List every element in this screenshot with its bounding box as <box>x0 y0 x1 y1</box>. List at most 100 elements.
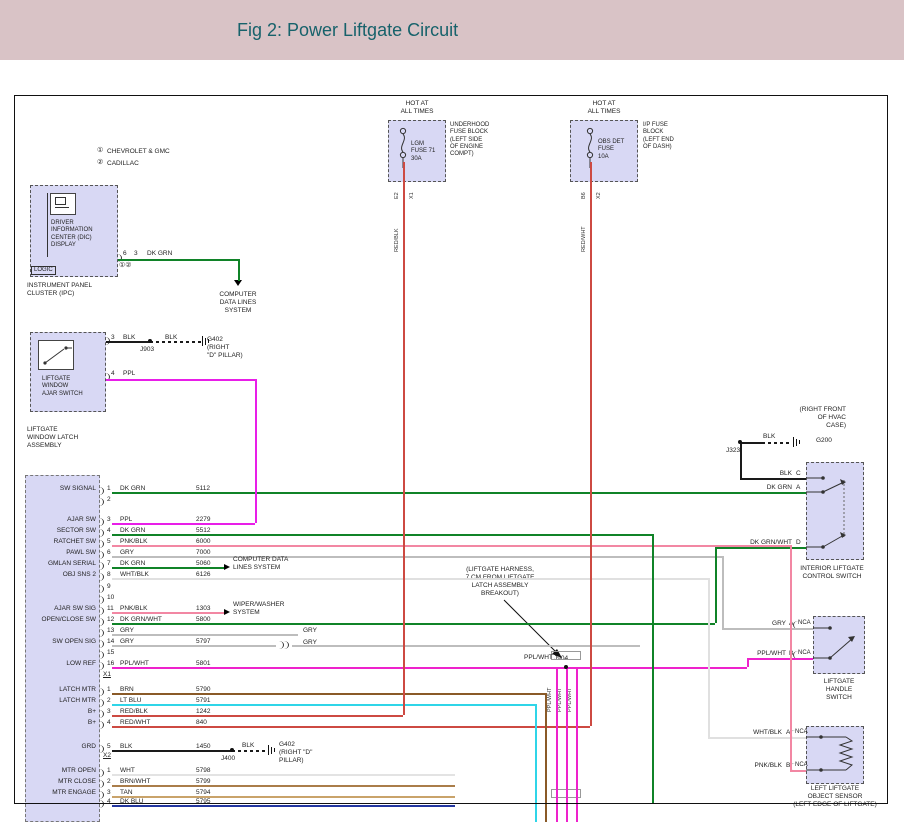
ground-icon <box>793 437 800 447</box>
pin-number: 1 <box>107 485 111 493</box>
wire-line <box>112 715 403 717</box>
pin-function-label: GRD <box>26 743 96 751</box>
pin-bracket <box>99 662 104 670</box>
interior-pin-a: A <box>796 484 800 492</box>
pin-bracket <box>99 585 104 593</box>
pin-bracket <box>99 618 104 626</box>
right-arrow-icon <box>224 609 230 615</box>
pin-number: 2 <box>107 496 111 504</box>
wire-line <box>403 162 405 715</box>
wire-line <box>112 612 224 614</box>
ajar-switch-icon <box>38 340 74 370</box>
ground-label-g402-a: G402 (RIGHT "D" PILLAR) <box>207 336 243 360</box>
wire-line <box>112 534 652 536</box>
pin-number: 15 <box>107 649 114 657</box>
wire-line <box>112 645 276 647</box>
ipc-logic-label: LOGIC <box>31 266 56 275</box>
pin-bracket <box>99 529 104 537</box>
sensor-pin-a-conn: NCA <box>795 729 808 736</box>
ajar-pin4: 4 <box>111 370 115 378</box>
ipc-pin-bracket <box>117 254 122 262</box>
pin-function-label: MTR CLOSE <box>26 778 96 786</box>
handle-switch-caption: LIFTGATE HANDLE SWITCH <box>811 678 867 702</box>
wire-line <box>747 658 813 660</box>
wire-line <box>740 442 762 444</box>
pin-function-label: B+ <box>26 708 96 716</box>
handle-pin-a-wire: GRY <box>744 620 786 628</box>
wire-line <box>762 442 792 444</box>
splice-dot <box>564 665 569 670</box>
pin-bracket <box>99 518 104 526</box>
wire-line <box>232 750 267 752</box>
pin-bracket <box>99 769 104 777</box>
wire-line <box>566 667 568 822</box>
pin-bracket <box>99 800 104 808</box>
dic-display-label: DRIVER INFORMATION CENTER (DIC) DISPLAY <box>51 220 93 249</box>
pin-function-label: SECTOR SW <box>26 527 96 535</box>
pin-function-label: SW SIGNAL <box>26 485 96 493</box>
ground-icon <box>268 745 275 755</box>
sensor-pin-b-conn: NCA <box>795 762 808 769</box>
handle-pin-b-wire: PPL/WHT <box>736 650 786 658</box>
pin-number: 6 <box>107 549 111 557</box>
wire-line <box>722 628 813 630</box>
fuse2-name: OBS DET FUSE 10A <box>598 139 624 161</box>
pin-number: 7 <box>107 560 111 568</box>
pin-function-label: OBJ SNS 2 <box>26 571 96 579</box>
pin-function-label: AJAR SW <box>26 516 96 524</box>
figure-title: Fig 2: Power Liftgate Circuit <box>237 20 458 41</box>
wire-line <box>722 556 724 628</box>
wire-line <box>112 567 224 569</box>
wire-line <box>747 658 749 667</box>
fuse2-hot-label: HOT AT ALL TIMES <box>576 100 632 116</box>
dic-display-icon-inner <box>55 197 66 205</box>
interior-pin-a-wire: DK GRN <box>740 484 792 492</box>
object-sensor-caption: LEFT LIFTGATE OBJECT SENSOR (LEFT EDGE O… <box>772 785 898 809</box>
legend-symbol-1: ① <box>97 147 103 156</box>
ipc-pin-b: 3 <box>134 250 138 258</box>
pin-number: 8 <box>107 571 111 579</box>
pin-function-label: MTR ENGAGE <box>26 789 96 797</box>
object-sensor-icon <box>806 726 864 784</box>
wire-line <box>112 578 708 580</box>
wire-line <box>112 523 255 525</box>
fuse1-name: LGM FUSE 71 30A <box>411 141 435 163</box>
handle-pin-a-conn: NCA <box>798 620 811 627</box>
splice-dot <box>148 339 153 344</box>
pin-number: 1 <box>107 686 111 694</box>
wire-line <box>790 545 792 770</box>
pin-number: 9 <box>107 583 111 591</box>
wire-line <box>740 478 806 480</box>
wire-note-label: PPL/WHT <box>524 654 553 662</box>
wire-line <box>112 796 455 798</box>
wire-line <box>576 667 578 822</box>
fuse2-conn: X2 <box>596 192 602 199</box>
wire-line <box>150 341 201 343</box>
interior-switch-caption: INTERIOR LIFTGATE CONTROL SWITCH <box>790 565 874 581</box>
interior-pin-c-wire: BLK <box>740 470 792 478</box>
figure-header: Fig 2: Power Liftgate Circuit <box>0 0 904 60</box>
wire-label-red-wht: RED/WHT <box>581 226 587 252</box>
ipc-caption: INSTRUMENT PANEL CLUSTER (IPC) <box>27 282 92 298</box>
pin-function-label: LATCH MTR <box>26 697 96 705</box>
pin-number: 4 <box>107 719 111 727</box>
fuse2-pin: B6 <box>581 192 587 199</box>
pin-function-label: OPEN/CLOSE SW <box>26 616 96 624</box>
wire-line <box>112 556 722 558</box>
wire-line <box>790 770 806 772</box>
wire-line <box>590 162 592 726</box>
legend-label-2: CADILLAC <box>107 160 139 168</box>
ajar-assembly-caption: LIFTGATE WINDOW LATCH ASSEMBLY <box>27 426 78 450</box>
fuse1-pin: E2 <box>394 192 400 199</box>
pin-bracket <box>99 640 104 648</box>
diagram-frame <box>14 95 888 804</box>
fuse1-conn: X1 <box>409 192 415 199</box>
pin-function-label: LOW REF <box>26 660 96 668</box>
pin-number: 3 <box>107 789 111 797</box>
pin-bracket <box>99 551 104 559</box>
wire-line <box>112 750 232 752</box>
pin-function-label: MTR OPEN <box>26 767 96 775</box>
ground-label-g200: G200 <box>816 437 832 445</box>
wire-line <box>106 379 255 381</box>
splice-dot <box>738 440 743 445</box>
